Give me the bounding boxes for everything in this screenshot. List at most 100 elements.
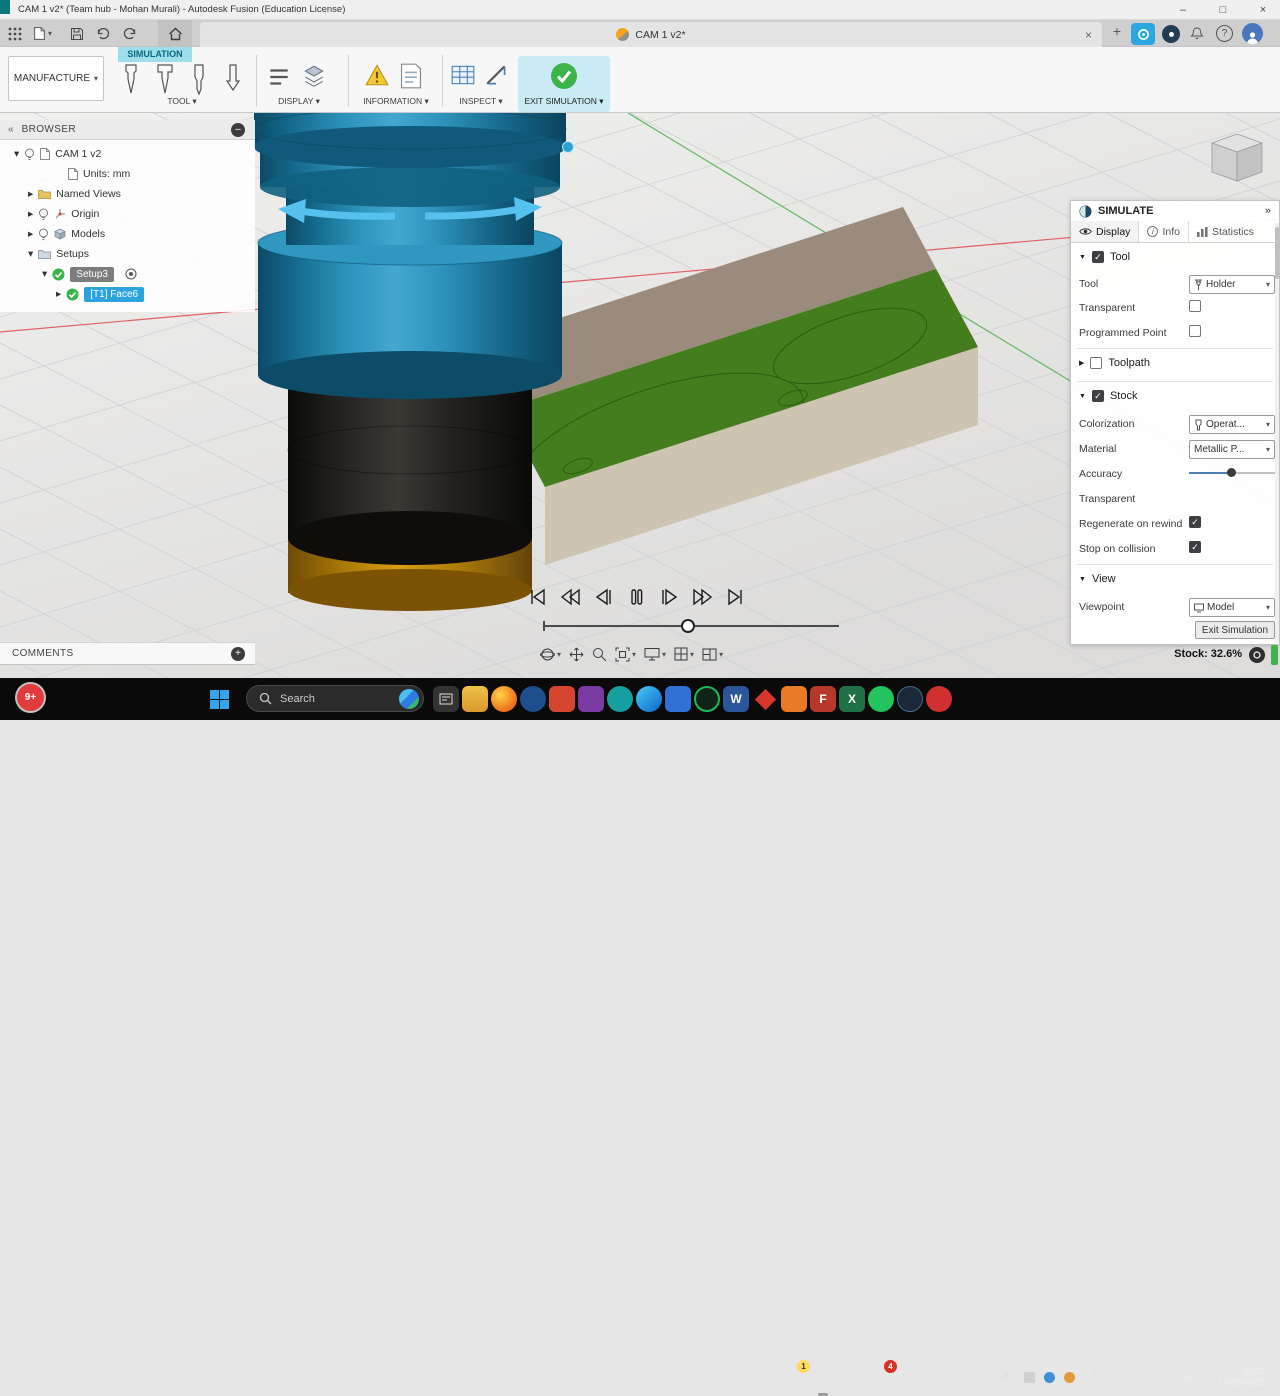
tab-display[interactable]: Display (1071, 221, 1140, 242)
taskbar-icon-app-9[interactable] (926, 686, 952, 712)
step-back-button[interactable] (593, 586, 614, 608)
inspect-measure-icon[interactable] (484, 63, 510, 87)
workspace-selector[interactable]: MANUFACTURE ▾ (8, 56, 104, 101)
taskbar-icon-whatsapp[interactable] (868, 686, 894, 712)
visibility-bulb-icon[interactable] (24, 148, 35, 161)
tray-icon-2[interactable] (1044, 1372, 1055, 1383)
search-box[interactable]: Search (246, 685, 424, 712)
active-setup-radio-icon[interactable] (125, 268, 137, 280)
taskbar-icon-app-4[interactable] (578, 686, 604, 712)
tree-item-label[interactable]: Setups (56, 248, 89, 260)
undo-icon[interactable] (96, 28, 111, 40)
section-caret-icon[interactable]: ▼ (1079, 393, 1086, 400)
browser-toggle-icon[interactable]: – (231, 122, 245, 137)
file-menu-caret[interactable]: ▾ (48, 29, 52, 38)
taskbar-icon-edge[interactable] (636, 686, 662, 712)
zoom-icon[interactable] (592, 647, 607, 662)
regenerate-checkbox[interactable]: ✓ (1189, 516, 1201, 528)
app-grid-icon[interactable] (8, 27, 22, 41)
taskbar-icon-app-1[interactable] (433, 686, 459, 712)
tool-2-icon[interactable] (152, 62, 178, 96)
taskbar-icon-app-8[interactable] (781, 686, 807, 712)
view-section-header[interactable]: ▼ View (1079, 573, 1116, 585)
taskbar-icon-fusion[interactable]: F (810, 686, 836, 712)
tree-item-label[interactable]: Origin (71, 208, 99, 220)
tray-mic-icon[interactable] (1084, 1369, 1094, 1384)
minimize-button[interactable]: – (1164, 0, 1202, 20)
expand-caret-icon[interactable]: ▾ (28, 248, 33, 260)
new-tab-button[interactable]: + (1108, 23, 1126, 43)
visibility-bulb-icon[interactable] (38, 208, 49, 221)
tool-dropdown[interactable]: Holder ▾ (1189, 275, 1275, 294)
taskbar-icon-excel[interactable]: X (839, 686, 865, 712)
tab-simulation[interactable]: SIMULATION (118, 47, 192, 62)
tab-info[interactable]: i Info (1139, 221, 1189, 242)
inspect-group-label[interactable]: INSPECT ▾ (446, 96, 516, 107)
tool-section-header[interactable]: ▼ ✓ Tool (1079, 251, 1130, 263)
search-highlights-icon[interactable] (399, 688, 419, 709)
tree-item-label[interactable]: CAM 1 v2 (55, 148, 101, 160)
simulate-header[interactable]: SIMULATE » (1071, 201, 1279, 221)
expand-caret-icon[interactable]: ▸ (56, 288, 61, 300)
viewports-tool[interactable]: ▾ (702, 648, 723, 661)
step-forward-button[interactable] (659, 586, 680, 608)
timeline[interactable] (543, 619, 839, 633)
display-list-icon[interactable] (266, 65, 292, 89)
expand-caret-icon[interactable]: ▸ (28, 208, 33, 220)
tray-chevron-icon[interactable]: ∧ (1002, 1370, 1009, 1381)
skip-end-button[interactable] (725, 586, 746, 608)
avatar[interactable] (1242, 23, 1263, 44)
accuracy-slider[interactable] (1189, 467, 1275, 479)
browser-collapse-icon[interactable]: « (8, 124, 14, 135)
stock-section-checkbox[interactable]: ✓ (1091, 390, 1104, 402)
section-caret-icon[interactable]: ▼ (1079, 254, 1086, 261)
document-tab-close-icon[interactable]: × (1085, 28, 1092, 42)
taskbar-icon-app-6[interactable] (665, 686, 691, 712)
taskbar-icon-app-7[interactable] (752, 686, 778, 712)
section-caret-icon[interactable]: ▶ (1079, 359, 1084, 367)
expand-caret-icon[interactable]: ▾ (14, 148, 19, 160)
tree-item-label[interactable]: Named Views (56, 188, 121, 200)
taskbar-icon-app-3[interactable] (549, 686, 575, 712)
notification-center-icon[interactable] (1268, 1371, 1280, 1383)
taskbar-icon-word[interactable]: W (723, 686, 749, 712)
tree-item-label[interactable]: Models (71, 228, 105, 240)
view-cube[interactable] (1210, 133, 1264, 182)
taskbar-icon-app-2[interactable] (520, 686, 546, 712)
recorder-overlay-badge[interactable]: 9+ (17, 684, 44, 711)
notifications-bell-icon[interactable] (1190, 26, 1204, 41)
tree-item-setup3[interactable]: Setup3 (70, 266, 114, 282)
help-icon[interactable]: ? (1216, 25, 1233, 42)
tray-battery-icon[interactable] (1180, 1373, 1196, 1382)
section-caret-icon[interactable]: ▼ (1079, 576, 1086, 583)
taskbar-icon-steam[interactable] (897, 686, 923, 712)
tree-item-label[interactable]: Units: mm (83, 168, 130, 180)
colorization-dropdown[interactable]: Operat... ▾ (1189, 415, 1275, 434)
tray-icon-3[interactable] (1064, 1372, 1075, 1383)
stop-collision-checkbox[interactable]: ✓ (1189, 541, 1201, 553)
maximize-button[interactable]: □ (1204, 0, 1242, 20)
skip-start-button[interactable] (527, 586, 548, 608)
information-warning-icon[interactable] (364, 63, 390, 87)
start-button[interactable] (210, 690, 229, 709)
taskbar-icon-firefox[interactable] (491, 686, 517, 712)
exit-simulation-button[interactable]: EXIT SIMULATION ▾ (518, 56, 610, 112)
display-settings-tool[interactable]: ▾ (644, 647, 666, 661)
grid-settings-tool[interactable]: ▾ (674, 647, 694, 661)
tray-volume-icon[interactable] (1140, 1371, 1153, 1383)
pan-icon[interactable] (569, 647, 584, 662)
pause-button[interactable] (626, 586, 647, 608)
close-button[interactable]: × (1244, 0, 1280, 20)
save-icon[interactable] (70, 27, 84, 41)
timeline-handle[interactable] (681, 619, 695, 633)
taskbar-icon-app-5[interactable] (607, 686, 633, 712)
tool-group-label[interactable]: TOOL ▾ (118, 96, 246, 107)
expand-caret-icon[interactable]: ▾ (42, 268, 47, 280)
tray-icon-1[interactable] (1024, 1372, 1035, 1383)
play-backward-button[interactable] (560, 586, 581, 608)
taskbar-icon-file-explorer[interactable] (462, 686, 488, 712)
document-tab[interactable]: CAM 1 v2* × (200, 22, 1102, 47)
extensions-icon[interactable] (1162, 25, 1180, 43)
tool-section-checkbox[interactable]: ✓ (1091, 251, 1104, 263)
tool-4-icon[interactable] (220, 62, 246, 96)
